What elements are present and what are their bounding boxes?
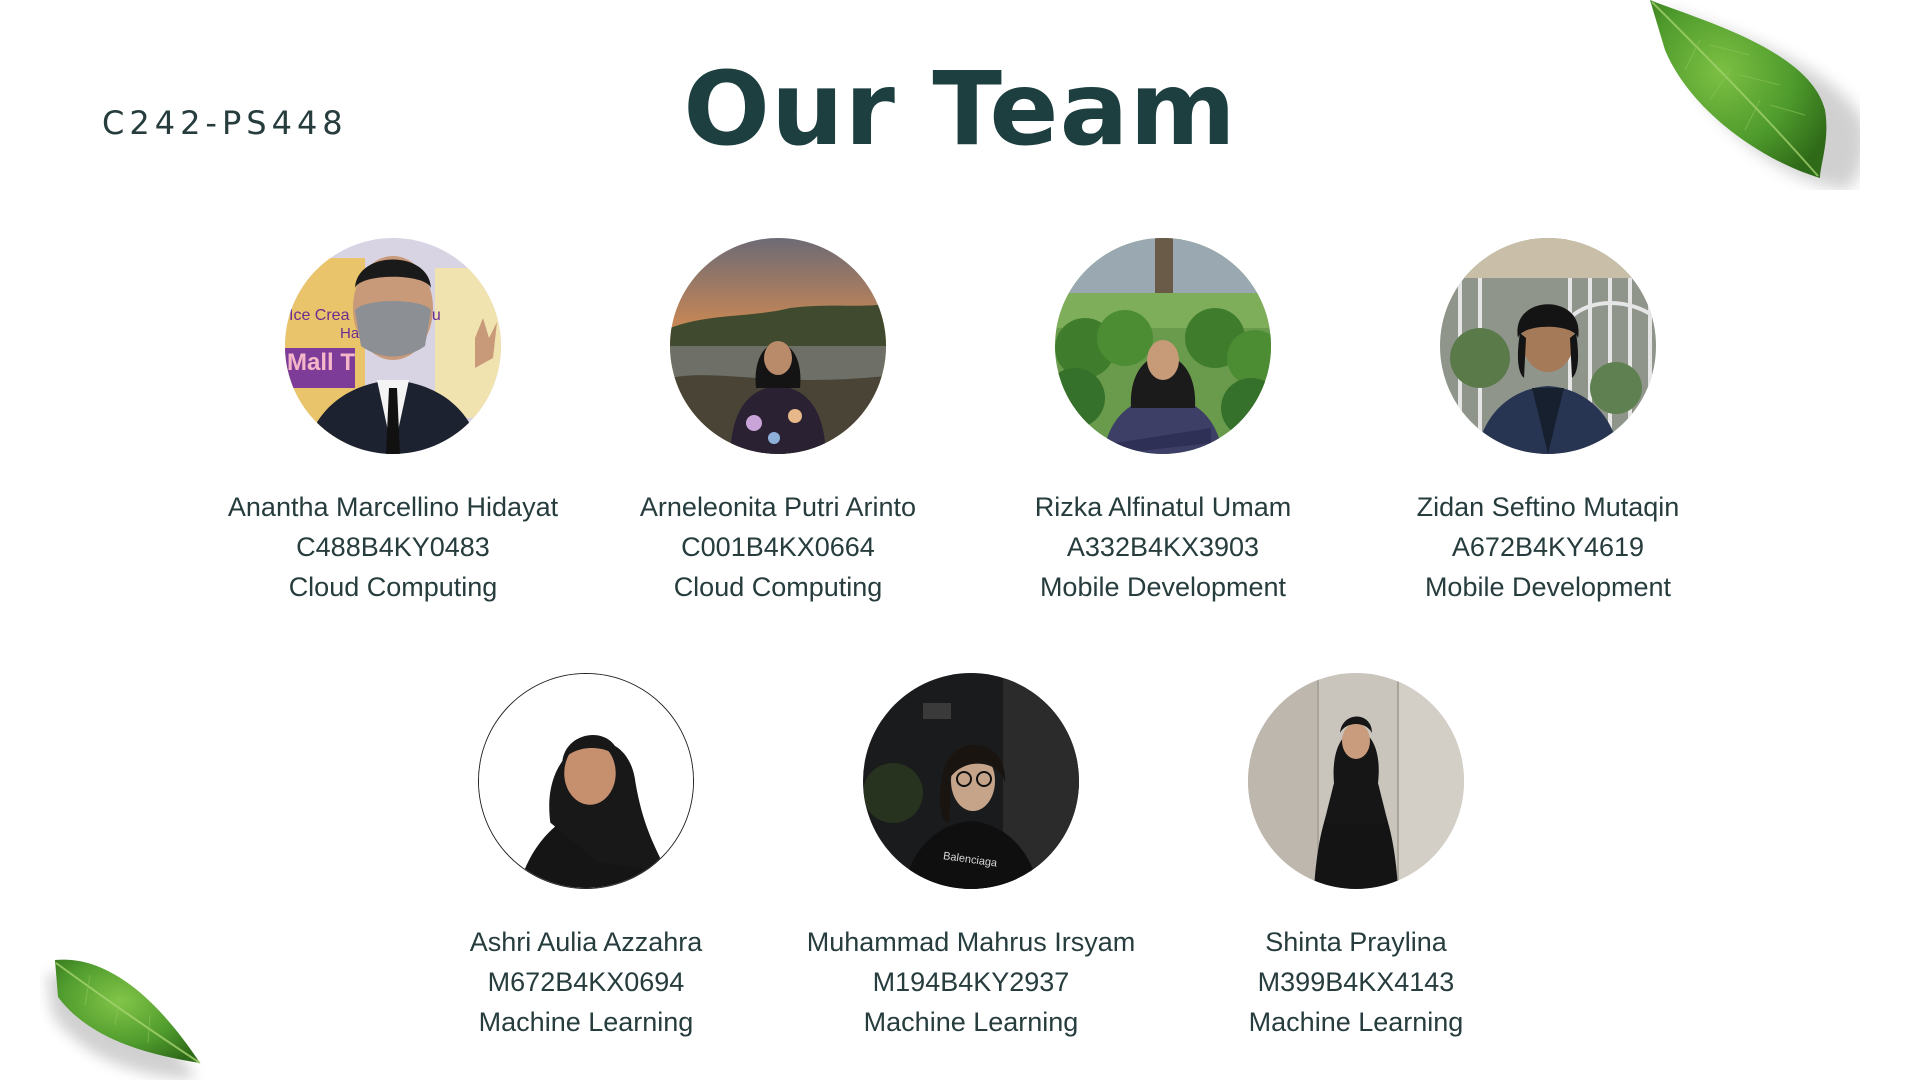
member-card: Rizka Alfinatul Umam A332B4KX3903 Mobile… xyxy=(953,238,1373,607)
member-path: Cloud Computing xyxy=(288,572,498,602)
member-card: Ashri Aulia Azzahra M672B4KX0694 Machine… xyxy=(376,673,796,1042)
banner-text: Ice Crea xyxy=(289,307,350,324)
avatar xyxy=(478,673,694,889)
member-card: Ice Crea nu Ha Mall T Anantha Marcellino… xyxy=(183,238,603,607)
member-name: Zidan Seftino Mutaqin xyxy=(1416,492,1680,522)
member-id: A672B4KY4619 xyxy=(1451,532,1645,562)
member-card: Balenciaga Muhammad Mahrus Irsyam M194B4… xyxy=(761,673,1181,1042)
leaf-bottom-left xyxy=(47,959,201,1079)
member-name: Rizka Alfinatul Umam xyxy=(1034,492,1292,522)
member-path: Mobile Development xyxy=(1424,572,1672,602)
member-path: Machine Learning xyxy=(863,1007,1079,1037)
avatar xyxy=(1440,238,1656,454)
member-path: Machine Learning xyxy=(1248,1007,1464,1037)
member-card: Zidan Seftino Mutaqin A672B4KY4619 Mobil… xyxy=(1338,238,1758,607)
leaf-top-right xyxy=(1650,0,1860,190)
avatar xyxy=(670,238,886,454)
page-title: Our Team xyxy=(683,50,1237,169)
member-path: Cloud Computing xyxy=(673,572,883,602)
member-card: Shinta Praylina M399B4KX4143 Machine Lea… xyxy=(1146,673,1566,1042)
member-name: Ashri Aulia Azzahra xyxy=(469,927,703,957)
member-id: M399B4KX4143 xyxy=(1257,967,1455,997)
member-name: Arneleonita Putri Arinto xyxy=(639,492,917,522)
avatar xyxy=(1248,673,1464,889)
member-name: Anantha Marcellino Hidayat xyxy=(227,492,559,522)
banner-text: Mall T xyxy=(287,349,355,376)
member-name: Shinta Praylina xyxy=(1265,927,1447,957)
member-id: M194B4KY2937 xyxy=(872,967,1070,997)
member-id: M672B4KX0694 xyxy=(487,967,685,997)
member-card: Arneleonita Putri Arinto C001B4KX0664 Cl… xyxy=(568,238,988,607)
member-id: A332B4KX3903 xyxy=(1066,532,1260,562)
member-name: Muhammad Mahrus Irsyam xyxy=(806,927,1136,957)
avatar: Balenciaga xyxy=(863,673,1079,889)
member-path: Machine Learning xyxy=(478,1007,694,1037)
member-id: C488B4KY0483 xyxy=(296,532,490,562)
avatar xyxy=(1055,238,1271,454)
member-id: C001B4KX0664 xyxy=(681,532,875,562)
member-path: Mobile Development xyxy=(1039,572,1287,602)
avatar: Ice Crea nu Ha Mall T xyxy=(285,238,501,454)
